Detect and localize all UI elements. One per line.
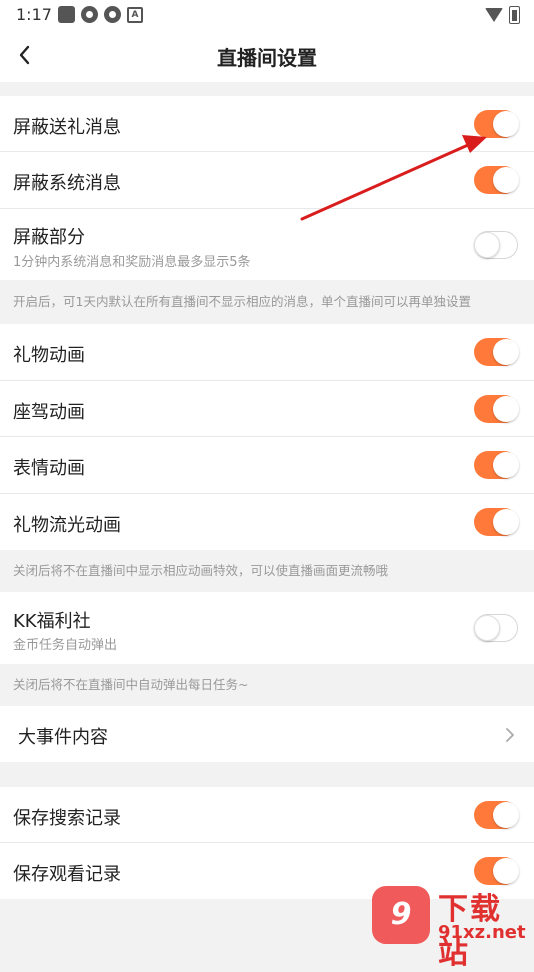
toggle-save-search-history[interactable] — [474, 801, 519, 829]
setting-label: 保存搜索记录 — [13, 808, 121, 829]
setting-row-block-partial[interactable]: 屏蔽部分 1分钟内系统消息和奖励消息最多显示5条 — [0, 209, 534, 280]
watermark-url: 91xz.net — [438, 922, 526, 943]
toggle-gift-glow-animation[interactable] — [474, 508, 519, 536]
setting-sublabel: 金币任务自动弹出 — [13, 638, 118, 653]
setting-row-vehicle-animation[interactable]: 座驾动画 — [0, 381, 534, 437]
toggle-kk-welfare[interactable] — [474, 614, 518, 642]
toggle-block-gift-msg[interactable] — [474, 110, 519, 138]
setting-row-gift-glow-animation[interactable]: 礼物流光动画 — [0, 494, 534, 550]
setting-label: 保存观看记录 — [13, 864, 121, 885]
toggle-gift-animation[interactable] — [474, 338, 519, 366]
watermark-logo: 9 下载站 91xz.net — [372, 884, 532, 971]
toggle-block-system-msg[interactable] — [474, 166, 519, 194]
setting-label: 屏蔽送礼消息 — [13, 117, 121, 138]
battery-icon — [509, 6, 520, 24]
status-system-icons — [485, 6, 520, 24]
setting-row-gift-animation[interactable]: 礼物动画 — [0, 324, 534, 381]
toggle-emoji-animation[interactable] — [474, 451, 519, 479]
toggle-block-partial[interactable] — [474, 231, 518, 259]
setting-label: 礼物动画 — [13, 345, 85, 366]
toggle-save-watch-history[interactable] — [474, 857, 519, 885]
setting-row-kk-welfare[interactable]: KK福利社 金币任务自动弹出 — [0, 592, 534, 664]
sync-icon — [81, 6, 98, 23]
status-bar: 1:17 A — [0, 0, 534, 30]
section-note: 关闭后将不在直播间中显示相应动画特效，可以使直播画面更流畅哦 — [0, 550, 534, 592]
header-bar: 直播间设置 — [0, 30, 534, 82]
app-notification-icon — [58, 6, 75, 23]
chevron-right-icon — [506, 728, 514, 742]
setting-label: 表情动画 — [13, 458, 85, 479]
setting-row-block-system-msg[interactable]: 屏蔽系统消息 — [0, 152, 534, 209]
setting-row-save-search-history[interactable]: 保存搜索记录 — [0, 787, 534, 843]
section-note: 开启后，可1天内默认在所有直播间不显示相应的消息，单个直播间可以再单独设置 — [0, 280, 534, 324]
app-a-icon: A — [127, 6, 143, 23]
setting-label: 座驾动画 — [13, 402, 85, 423]
setting-label: KK福利社 — [13, 611, 91, 632]
status-time: 1:17 — [16, 5, 52, 24]
sync-icon-2 — [104, 6, 121, 23]
setting-label: 屏蔽部分 — [13, 227, 85, 248]
setting-label: 礼物流光动画 — [13, 515, 121, 536]
setting-sublabel: 1分钟内系统消息和奖励消息最多显示5条 — [13, 255, 251, 270]
section-note: 关闭后将不在直播间中自动弹出每日任务~ — [0, 664, 534, 706]
page-title: 直播间设置 — [217, 46, 317, 70]
setting-row-major-events[interactable]: 大事件内容 — [0, 706, 534, 762]
setting-label: 屏蔽系统消息 — [13, 173, 121, 194]
setting-row-block-gift-msg[interactable]: 屏蔽送礼消息 — [0, 96, 534, 152]
watermark-badge: 9 — [372, 886, 430, 944]
status-notification-icons: A — [58, 6, 143, 23]
toggle-vehicle-animation[interactable] — [474, 395, 519, 423]
wifi-icon — [485, 8, 503, 22]
setting-label: 大事件内容 — [18, 727, 108, 748]
setting-row-emoji-animation[interactable]: 表情动画 — [0, 437, 534, 494]
